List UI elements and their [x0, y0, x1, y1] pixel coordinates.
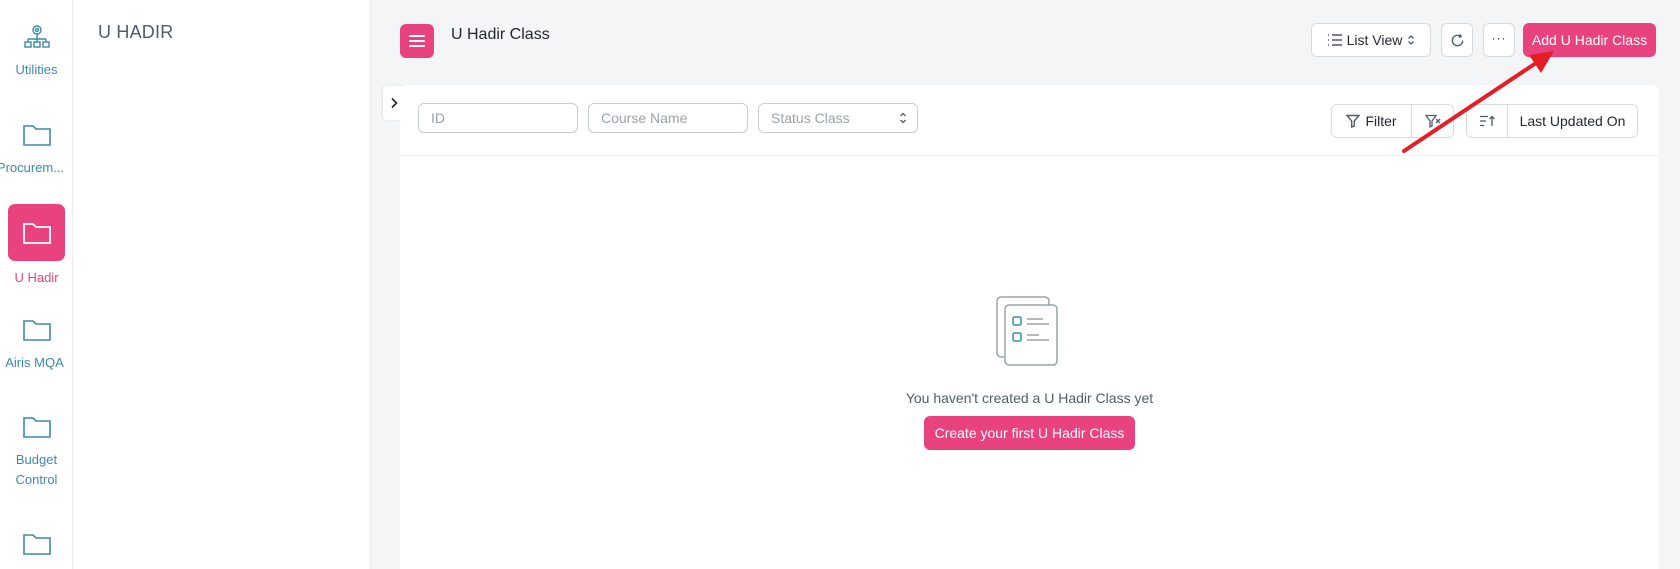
rail-item-folder[interactable]	[0, 530, 72, 558]
updown-chevron-icon	[1408, 35, 1415, 45]
rail-item-label: Utilities	[15, 62, 58, 77]
clear-filters-button[interactable]	[1411, 104, 1454, 138]
page-title: U Hadir Class	[451, 26, 550, 43]
status-class-select[interactable]: Status Class	[758, 103, 918, 133]
filter-icon	[1346, 114, 1361, 128]
more-actions-button[interactable]: ···	[1483, 23, 1515, 57]
list-panel: ID Course Name Status Class Filter Last …	[400, 85, 1659, 569]
rail-active-tile	[8, 204, 65, 261]
empty-state-message: You haven't created a U Hadir Class yet	[905, 390, 1154, 406]
list-icon	[1327, 34, 1342, 46]
app-icon-rail: Utilities Procurem... U Hadir Airis MQA …	[0, 0, 73, 569]
status-class-placeholder: Status Class	[771, 110, 850, 126]
view-select-label: List View	[1346, 32, 1403, 48]
more-icon: ···	[1491, 31, 1507, 45]
folder-icon	[22, 222, 51, 244]
chevron-right-icon	[391, 97, 398, 109]
filter-button[interactable]: Filter	[1331, 104, 1412, 138]
org-chart-icon	[23, 25, 50, 48]
create-first-class-button[interactable]: Create your first U Hadir Class	[923, 416, 1136, 450]
empty-state: You haven't created a U Hadir Class yet …	[400, 295, 1659, 450]
folder-icon	[22, 320, 51, 341]
view-select[interactable]: List View	[1311, 23, 1431, 57]
rail-item-u-hadir[interactable]: U Hadir	[0, 204, 72, 288]
empty-list-icon	[995, 296, 1058, 366]
updown-chevron-icon	[900, 112, 906, 124]
rail-item-utilities[interactable]: Utilities	[0, 22, 72, 80]
sort-field-button[interactable]: Last Updated On	[1507, 104, 1638, 138]
sort-ascending-icon	[1480, 115, 1495, 127]
sort-direction-button[interactable]	[1466, 104, 1508, 138]
workspace-title: U HADIR	[98, 22, 174, 42]
menu-icon	[409, 35, 425, 47]
id-filter-input[interactable]: ID	[418, 103, 578, 133]
folder-icon	[22, 125, 51, 146]
refresh-icon	[1451, 33, 1463, 46]
folder-icon	[22, 417, 51, 438]
rail-item-airis-mqa[interactable]: Airis MQA	[0, 316, 72, 373]
filter-label: Filter	[1365, 113, 1397, 129]
panel-divider	[400, 155, 1659, 156]
rail-item-label: Budget Control	[15, 452, 58, 487]
filter-clear-icon	[1424, 114, 1440, 128]
rail-item-label: Airis MQA	[5, 355, 64, 370]
main-content: U Hadir Class List View ··· Add U Hadir …	[371, 0, 1680, 569]
rail-item-procurement[interactable]: Procurem...	[0, 121, 72, 178]
folder-icon	[22, 534, 51, 555]
rail-item-budget-control[interactable]: Budget Control	[0, 413, 72, 490]
rail-item-label: Procurem...	[0, 160, 65, 175]
expand-sidebar-button[interactable]	[383, 86, 405, 120]
add-u-hadir-class-button[interactable]: Add U Hadir Class	[1523, 23, 1656, 57]
sidebar-toggle-button[interactable]	[400, 24, 434, 58]
course-name-filter-input[interactable]: Course Name	[588, 103, 748, 133]
rail-item-label: U Hadir	[14, 270, 59, 285]
workspace-sidebar: U HADIR	[73, 0, 371, 569]
refresh-button[interactable]	[1441, 23, 1473, 57]
